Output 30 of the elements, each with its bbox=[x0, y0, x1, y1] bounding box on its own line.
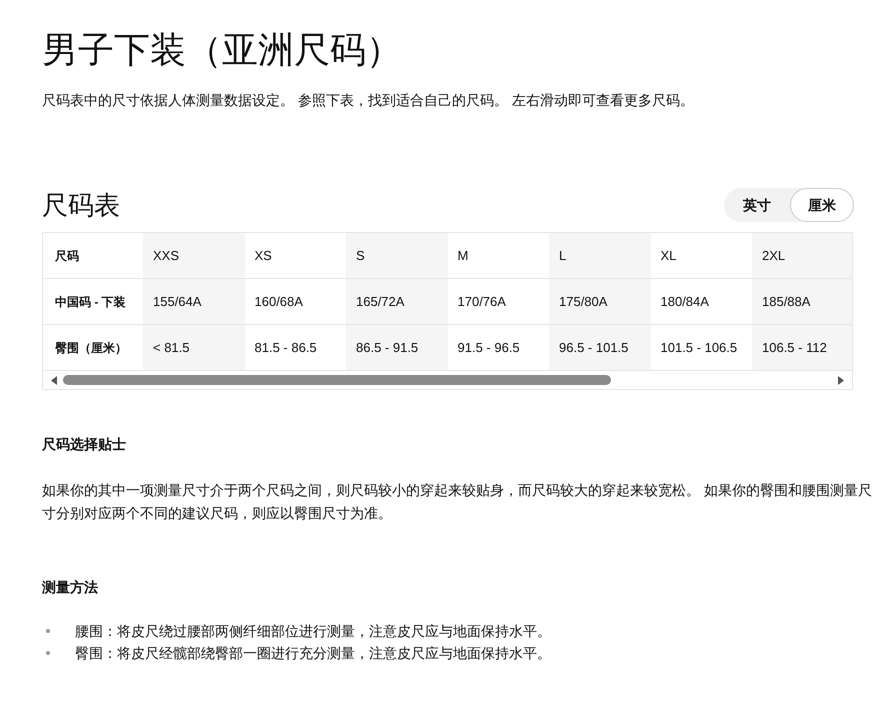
tips-heading: 尺码选择贴士 bbox=[42, 435, 127, 454]
table-cell: 2XL bbox=[752, 233, 852, 278]
measure-heading: 测量方法 bbox=[42, 578, 99, 597]
table-cell: 175/80A bbox=[549, 279, 650, 324]
tips-text: 如果你的其中一项测量尺寸介于两个尺码之间，则尺码较小的穿起来较贴身，而尺码较大的穿起来较宽松。 如果你的臀围和腰围测量尺寸分别对应两个不同的建议尺码，则应以臀围尺寸为准。 bbox=[42, 481, 873, 523]
table-cell: 155/64A bbox=[143, 279, 244, 324]
table-cell: 106.5 - 112 bbox=[752, 325, 852, 370]
unit-option[interactable]: 厘米 bbox=[790, 188, 854, 222]
measure-item: 腰围：将皮尺绕过腰部两侧纤细部位进行测量，注意皮尺应与地面保持水平。 bbox=[75, 622, 551, 640]
right-arrow-icon[interactable] bbox=[838, 376, 844, 384]
unit-option[interactable]: 英寸 bbox=[724, 188, 790, 222]
table-cell: 165/72A bbox=[346, 279, 448, 324]
measure-item: 臀围：将皮尺经髋部绕臀部一圈进行充分测量，注意皮尺应与地面保持水平。 bbox=[75, 644, 551, 662]
page-title: 男子下装（亚洲尺码） bbox=[42, 28, 403, 72]
scrollbar-thumb[interactable] bbox=[63, 375, 611, 385]
table-cell: 86.5 - 91.5 bbox=[346, 325, 448, 370]
intro-text: 尺码表中的尺寸依据人体测量数据设定。 参照下表，找到适合自己的尺码。 左右滑动即可查看更多尺码。 bbox=[42, 91, 695, 110]
row-header: 尺码 bbox=[54, 248, 80, 264]
bullet-icon bbox=[46, 629, 50, 633]
bullet-icon bbox=[46, 651, 50, 655]
row-header: 臀围（厘米） bbox=[54, 340, 128, 356]
table-cell: 96.5 - 101.5 bbox=[549, 325, 650, 370]
table-cell: 185/88A bbox=[752, 279, 852, 324]
table-cell: S bbox=[346, 233, 448, 278]
table-cell: L bbox=[549, 233, 650, 278]
table-cell: XXS bbox=[143, 233, 244, 278]
left-arrow-icon[interactable] bbox=[51, 376, 57, 384]
table-cell: < 81.5 bbox=[143, 325, 244, 370]
section-heading: 尺码表 bbox=[42, 189, 120, 222]
row-header: 中国码 - 下装 bbox=[54, 294, 127, 310]
